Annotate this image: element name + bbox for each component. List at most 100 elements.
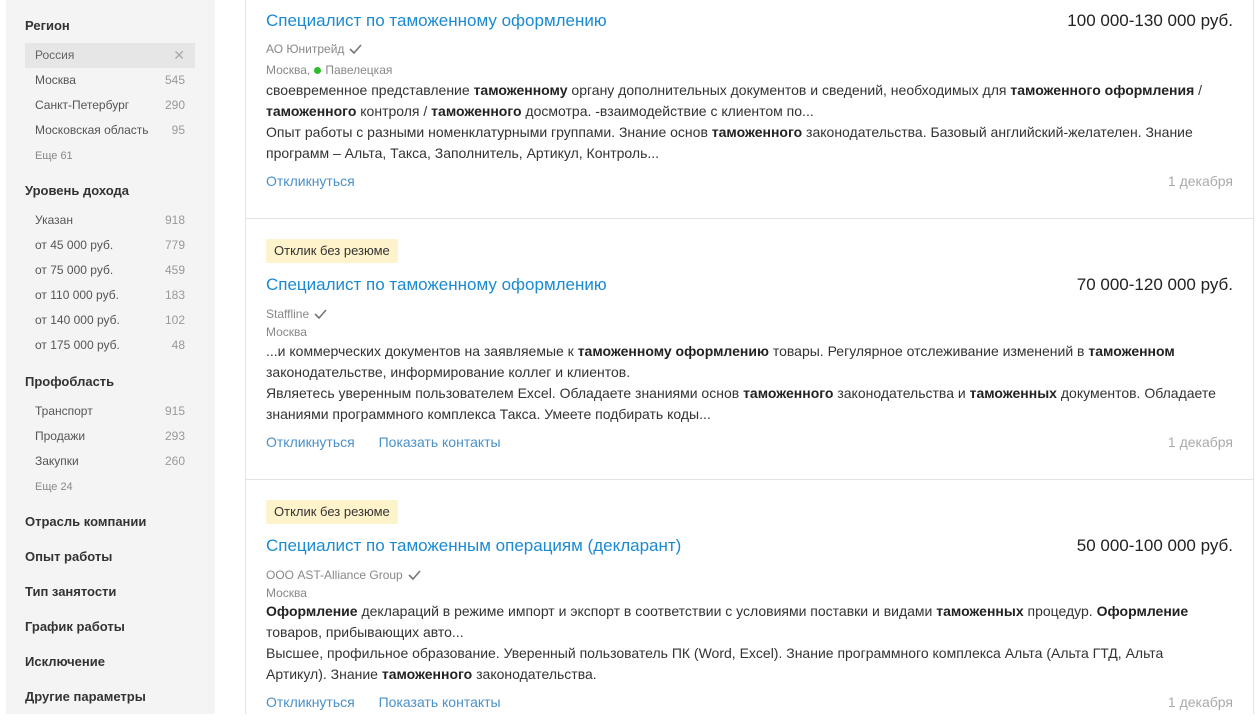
filter-item-count: 102	[164, 313, 185, 327]
filter-item-count: 918	[164, 213, 185, 227]
vacancy-actions: Откликнуться Показать контакты	[266, 693, 501, 711]
filter-item-count: 183	[164, 288, 185, 302]
profarea-filter-item[interactable]: Продажи 293	[25, 424, 195, 449]
highlight-term: таможенного	[711, 124, 803, 140]
text-fragment: Являетесь уверенным пользователем Excel.…	[266, 385, 744, 401]
filter-item-count: 293	[164, 429, 185, 443]
filter-item-label: Санкт-Петербург	[35, 98, 130, 112]
filter-item-count: 290	[164, 98, 185, 112]
city-label: Москва	[266, 586, 307, 600]
company-name: АО Юнитрейд	[266, 42, 345, 56]
highlight-term: таможенного	[743, 385, 834, 401]
vacancy-company[interactable]: АО Юнитрейд	[266, 41, 363, 57]
highlight-term: Оформление	[266, 603, 358, 619]
income-filter-item[interactable]: от 75 000 руб. 459	[25, 258, 195, 283]
employment-filter-title[interactable]: Тип занятости	[25, 574, 195, 609]
region-filter-item[interactable]: Московская область 95	[25, 118, 195, 143]
filter-item-label: от 140 000 руб.	[35, 313, 120, 327]
filter-item-label: от 175 000 руб.	[35, 338, 120, 352]
vacancy-company[interactable]: Staffline	[266, 306, 327, 322]
other-params-filter-title[interactable]: Другие параметры	[25, 679, 195, 714]
profarea-filter-item[interactable]: Закупки 260	[25, 449, 195, 474]
vacancy-requirement: Являетесь уверенным пользователем Excel.…	[266, 383, 1226, 425]
verified-check-icon	[408, 570, 421, 580]
text-fragment: товаров, прибывающих авто...	[266, 624, 464, 640]
region-filter-item[interactable]: Москва 545	[25, 68, 195, 93]
verified-check-icon	[349, 44, 363, 54]
vacancy-title-link[interactable]: Специалист по таможенному оформлению	[266, 10, 607, 32]
highlight-term: таможенных	[936, 603, 1024, 619]
region-more-link[interactable]: Еще 61	[25, 143, 195, 173]
filter-item-count: 545	[164, 73, 185, 87]
region-filter-title: Регион	[25, 18, 70, 33]
vacancy-actions: Откликнуться Показать контакты	[266, 433, 501, 451]
close-icon[interactable]: ✕	[173, 43, 185, 68]
filter-item-label: Продажи	[35, 429, 86, 443]
text-fragment: органу дополнительных документов и сведе…	[567, 82, 1011, 98]
city-label: Москва,	[266, 63, 311, 77]
profarea-filter-title: Профобласть	[25, 374, 115, 389]
filter-item-label: Московская область	[35, 123, 149, 137]
apply-link[interactable]: Откликнуться	[266, 694, 355, 710]
filter-item-count: 915	[164, 404, 185, 418]
vacancy-card: Отклик без резюме Специалист по таможенн…	[246, 480, 1253, 720]
text-fragment: ...и коммерческих документов на заявляем…	[266, 343, 578, 359]
experience-filter-title[interactable]: Опыт работы	[25, 539, 195, 574]
text-fragment: /	[1194, 82, 1203, 98]
vacancy-company[interactable]: ООО AST-Alliance Group	[266, 567, 421, 583]
highlight-term: таможенном	[1088, 343, 1175, 359]
vacancy-location: Москва	[266, 324, 307, 340]
show-contacts-link[interactable]: Показать контакты	[379, 434, 501, 450]
filter-item-label: от 110 000 руб.	[35, 288, 119, 302]
vacancy-list: Специалист по таможенному оформлению 100…	[245, 0, 1254, 714]
no-resume-badge: Отклик без резюме	[266, 239, 398, 263]
highlight-term: таможенному оформлению	[577, 343, 769, 359]
income-filter-item[interactable]: от 140 000 руб. 102	[25, 308, 195, 333]
filter-item-count: 260	[164, 454, 185, 468]
apply-link[interactable]: Откликнуться	[266, 173, 355, 189]
income-filter-item[interactable]: от 110 000 руб. 183	[25, 283, 195, 308]
vacancy-title-link[interactable]: Специалист по таможенным операциям (декл…	[266, 535, 681, 557]
vacancy-salary: 70 000-120 000 руб.	[1076, 275, 1233, 294]
company-name: Staffline	[266, 307, 310, 321]
vacancy-salary: 50 000-100 000 руб.	[1076, 536, 1233, 555]
text-fragment: своевременное представление	[266, 82, 474, 98]
income-filter-item[interactable]: от 45 000 руб. 779	[25, 233, 195, 258]
vacancy-location: Москва	[266, 585, 307, 601]
text-fragment: процедур.	[1023, 603, 1097, 619]
schedule-filter-title[interactable]: График работы	[25, 609, 195, 644]
no-resume-badge: Отклик без резюме	[266, 500, 398, 524]
vacancy-requirement: Опыт работы с разными номенклатурными гр…	[266, 122, 1226, 164]
highlight-term: таможенному	[473, 82, 568, 98]
filter-item-count: 459	[164, 263, 185, 277]
region-filter-selected[interactable]: Россия ✕	[25, 43, 195, 68]
filter-item-label: Транспорт	[35, 404, 93, 418]
vacancy-responsibility: своевременное представление таможенному …	[266, 80, 1226, 122]
highlight-term: таможенного	[381, 666, 473, 682]
vacancy-location: Москва, Павелецкая	[266, 62, 392, 78]
region-filter-item[interactable]: Санкт-Петербург 290	[25, 93, 195, 118]
highlight-term: таможенного	[431, 103, 522, 119]
profarea-more-link[interactable]: Еще 24	[25, 474, 195, 504]
vacancy-title-link[interactable]: Специалист по таможенному оформлению	[266, 274, 607, 296]
filter-item-label: Закупки	[35, 454, 79, 468]
exclusion-filter-title[interactable]: Исключение	[25, 644, 195, 679]
vacancy-date: 1 декабря	[1167, 434, 1233, 450]
region-selected-label: Россия	[35, 48, 75, 62]
income-filter-item[interactable]: от 175 000 руб. 48	[25, 333, 195, 358]
text-fragment: законодательстве, информирование коллег …	[266, 364, 631, 380]
text-fragment: досмотра. -взаимодействие с клиентом по.…	[521, 103, 814, 119]
vacancy-date: 1 декабря	[1167, 173, 1233, 189]
highlight-term: таможенного оформления	[1010, 82, 1195, 98]
industry-filter-title[interactable]: Отрасль компании	[25, 504, 195, 539]
vacancy-salary: 100 000-130 000 руб.	[1067, 11, 1233, 30]
highlight-term: таможенного	[266, 103, 357, 119]
income-filter-item[interactable]: Указан 918	[25, 208, 195, 233]
vacancy-responsibility: Оформление деклараций в режиме импорт и …	[266, 601, 1226, 643]
profarea-filter-item[interactable]: Транспорт 915	[25, 399, 195, 424]
filter-item-label: от 45 000 руб.	[35, 238, 114, 252]
filter-item-label: Указан	[35, 213, 73, 227]
apply-link[interactable]: Откликнуться	[266, 434, 355, 450]
show-contacts-link[interactable]: Показать контакты	[379, 694, 501, 710]
vacancy-date: 1 декабря	[1167, 694, 1233, 710]
